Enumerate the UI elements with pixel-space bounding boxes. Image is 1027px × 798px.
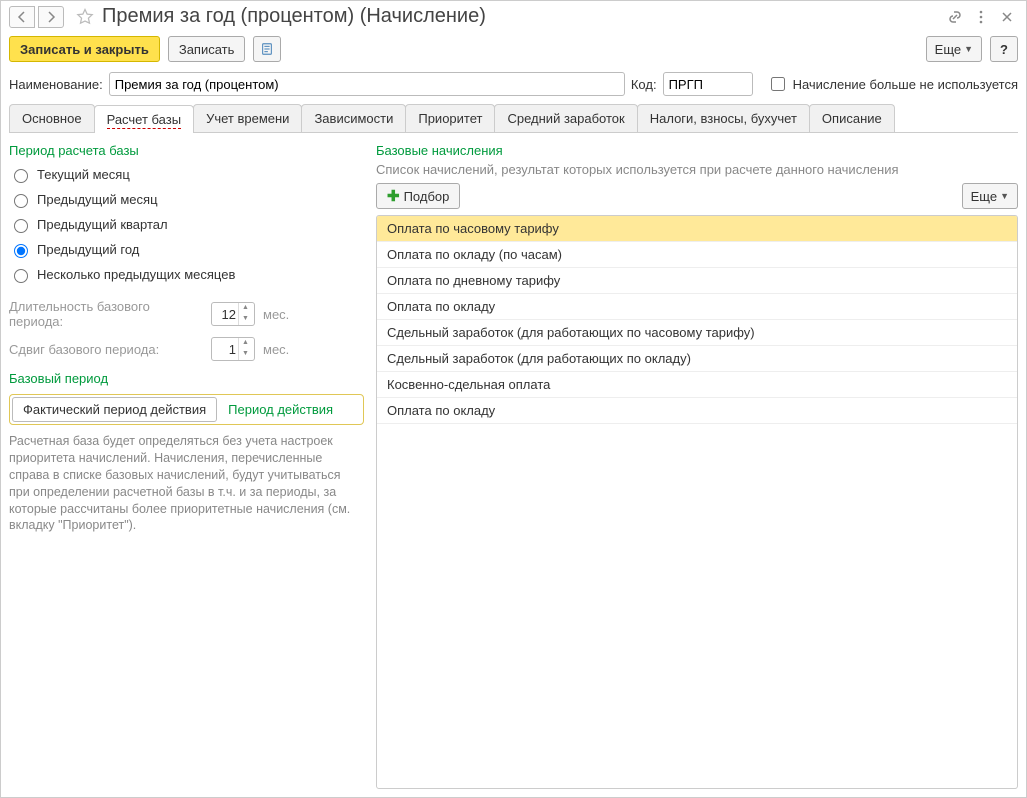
period-radio-0[interactable]: Текущий месяц — [9, 162, 364, 187]
duration-stepper[interactable]: ▲▼ — [211, 302, 255, 326]
accrual-row[interactable]: Оплата по окладу — [377, 294, 1017, 320]
duration-unit: мес. — [263, 307, 289, 322]
code-input[interactable] — [663, 72, 753, 96]
tab-3[interactable]: Зависимости — [301, 104, 406, 132]
period-radio-input-4[interactable] — [14, 269, 28, 283]
base-period-title: Базовый период — [9, 371, 364, 386]
period-radio-4[interactable]: Несколько предыдущих месяцев — [9, 262, 364, 287]
favorite-star-icon[interactable] — [74, 6, 96, 28]
window-title: Премия за год (процентом) (Начисление) — [102, 5, 486, 28]
grid-more-button[interactable]: Еще▼ — [962, 183, 1018, 209]
save-and-close-button[interactable]: Записать и закрыть — [9, 36, 160, 62]
tab-5[interactable]: Средний заработок — [494, 104, 637, 132]
accrual-row[interactable]: Сдельный заработок (для работающих по ча… — [377, 320, 1017, 346]
more-button[interactable]: Еще▼ — [926, 36, 982, 62]
tab-1[interactable]: Расчет базы — [94, 105, 195, 133]
segment-actual-period[interactable]: Фактический период действия — [12, 397, 217, 422]
report-button[interactable] — [253, 36, 281, 62]
period-radio-input-3[interactable] — [14, 244, 28, 258]
accrual-row[interactable]: Сдельный заработок (для работающих по ок… — [377, 346, 1017, 372]
shift-input[interactable] — [212, 342, 238, 357]
duration-input[interactable] — [212, 307, 238, 322]
base-accruals-hint: Список начислений, результат которых исп… — [376, 162, 1018, 177]
shift-down[interactable]: ▼ — [239, 349, 252, 360]
tab-7[interactable]: Описание — [809, 104, 895, 132]
period-section-title: Период расчета базы — [9, 143, 364, 158]
period-radio-input-1[interactable] — [14, 194, 28, 208]
save-button[interactable]: Записать — [168, 36, 246, 62]
base-period-description: Расчетная база будет определяться без уч… — [9, 433, 364, 534]
not-used-checkbox-label[interactable]: Начисление больше не используется — [767, 74, 1018, 94]
tab-4[interactable]: Приоритет — [405, 104, 495, 132]
nav-back-button[interactable] — [9, 6, 35, 28]
shift-unit: мес. — [263, 342, 289, 357]
period-radio-2[interactable]: Предыдущий квартал — [9, 212, 364, 237]
accrual-row[interactable]: Оплата по часовому тарифу — [377, 216, 1017, 242]
duration-label: Длительность базового периода: — [9, 299, 203, 329]
accrual-row[interactable]: Оплата по дневному тарифу — [377, 268, 1017, 294]
period-radio-3[interactable]: Предыдущий год — [9, 237, 364, 262]
tab-0[interactable]: Основное — [9, 104, 95, 132]
segment-action-period[interactable]: Период действия — [217, 397, 344, 422]
period-radio-input-0[interactable] — [14, 169, 28, 183]
select-button[interactable]: ✚Подбор — [376, 183, 460, 209]
period-radio-input-2[interactable] — [14, 219, 28, 233]
code-label: Код: — [631, 77, 657, 92]
name-input[interactable] — [109, 72, 625, 96]
accruals-grid: Оплата по часовому тарифуОплата по оклад… — [376, 215, 1018, 789]
plus-icon: ✚ — [387, 190, 400, 203]
accrual-row[interactable]: Оплата по окладу (по часам) — [377, 242, 1017, 268]
not-used-checkbox[interactable] — [771, 77, 785, 91]
tab-2[interactable]: Учет времени — [193, 104, 302, 132]
close-icon[interactable] — [996, 6, 1018, 28]
duration-up[interactable]: ▲ — [239, 303, 252, 314]
help-button[interactable]: ? — [990, 36, 1018, 62]
name-label: Наименование: — [9, 77, 103, 92]
accrual-row[interactable]: Косвенно-сдельная оплата — [377, 372, 1017, 398]
base-accruals-title: Базовые начисления — [376, 143, 1018, 158]
duration-down[interactable]: ▼ — [239, 314, 252, 325]
link-icon[interactable] — [944, 6, 966, 28]
period-radio-1[interactable]: Предыдущий месяц — [9, 187, 364, 212]
shift-up[interactable]: ▲ — [239, 338, 252, 349]
shift-stepper[interactable]: ▲▼ — [211, 337, 255, 361]
accrual-row[interactable]: Оплата по окладу — [377, 398, 1017, 424]
kebab-menu-icon[interactable] — [970, 6, 992, 28]
shift-label: Сдвиг базового периода: — [9, 342, 203, 357]
tab-bar: ОсновноеРасчет базыУчет времениЗависимос… — [9, 104, 1018, 133]
base-period-segment: Фактический период действия Период дейст… — [9, 394, 364, 425]
tab-6[interactable]: Налоги, взносы, бухучет — [637, 104, 810, 132]
nav-forward-button[interactable] — [38, 6, 64, 28]
